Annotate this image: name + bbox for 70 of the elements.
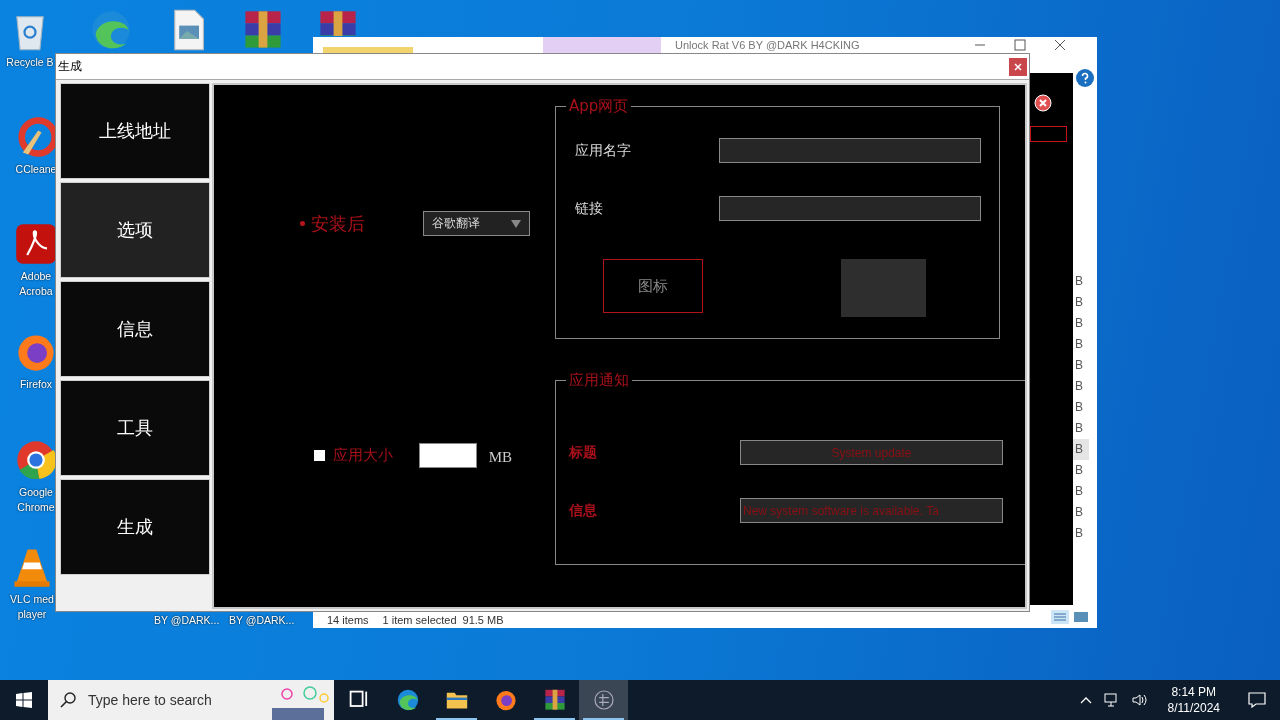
text-field[interactable] (1030, 126, 1067, 142)
close-button[interactable] (1009, 57, 1027, 76)
table-cell: B (1073, 439, 1089, 460)
help-icon[interactable] (1076, 69, 1094, 87)
checkbox[interactable] (313, 450, 325, 461)
table-cell-text: B (1074, 399, 1084, 416)
status-text: 1 item selected (382, 614, 457, 626)
nav-tab[interactable]: 上线地址 (60, 83, 210, 179)
field-label: 应用名字 (574, 141, 632, 160)
table-cell-text: B (1074, 525, 1084, 542)
table-cell-text: B (1074, 378, 1084, 395)
chevron-up-icon[interactable] (1079, 696, 1092, 704)
group-title: 应用通知 (568, 371, 630, 390)
network-icon[interactable] (1103, 693, 1120, 707)
field-label: 信息 (568, 501, 598, 520)
icon-label: CCleane (15, 162, 57, 177)
field-label: 安装后 (310, 211, 366, 236)
icon-label: Google Chrome (17, 485, 55, 515)
clock-date[interactable]: 8/11/2024 (1167, 700, 1220, 716)
dropdown-arrow-icon (510, 219, 521, 228)
checkbox-label: 应用大小 (332, 446, 394, 465)
close-icon[interactable] (1053, 39, 1066, 51)
table-cell-text: B (1074, 294, 1084, 311)
search-icon (60, 692, 76, 708)
field-label: 链接 (574, 199, 604, 218)
app-icon[interactable] (591, 688, 616, 712)
icon-label: Recycle B (6, 55, 54, 70)
notification-icon[interactable] (1248, 692, 1266, 708)
icon-label: BY @DARK... (229, 613, 295, 628)
status-text: 14 items (327, 614, 369, 626)
pdf-icon[interactable] (14, 222, 58, 266)
firefox-icon[interactable] (493, 688, 518, 712)
bullet-icon (299, 221, 305, 226)
size-input[interactable] (418, 443, 477, 468)
close-icon (1014, 62, 1022, 71)
table-cell-text: B (1074, 462, 1084, 479)
archive-icon[interactable] (542, 688, 567, 712)
icon-label: BY @DARK... (154, 613, 220, 628)
search-field[interactable]: Type here to search (48, 680, 334, 720)
table-cell-text: B (1074, 420, 1084, 437)
icon-label: VLC med player (10, 592, 54, 622)
icon-label: Adobe Acroba (19, 269, 53, 299)
windows-logo-icon[interactable] (16, 692, 32, 708)
table-cell-text: B (1074, 273, 1084, 290)
icon-label: Firefox (19, 377, 53, 392)
table-cell-text: B (1074, 357, 1084, 374)
table-cell-text: B (1074, 315, 1084, 332)
table-cell-text: B (1074, 483, 1084, 500)
table-cell-text: B (1074, 336, 1084, 353)
group-title: App网页 (568, 97, 630, 116)
nav-tab[interactable]: 信息 (60, 281, 210, 377)
status-text: 91.5 MB (462, 614, 504, 626)
speaker-icon[interactable] (1131, 693, 1148, 707)
link-field[interactable] (719, 196, 981, 221)
maximize-icon[interactable] (1013, 39, 1026, 51)
chrome-icon[interactable] (14, 438, 58, 482)
unit-label: MB (488, 449, 513, 466)
nav-tab[interactable]: 工具 (60, 380, 210, 476)
app-name-field[interactable] (719, 138, 981, 163)
clock-time[interactable]: 8:14 PM (1171, 684, 1217, 700)
table-cell-text: B (1074, 504, 1084, 521)
view-icon[interactable] (1051, 610, 1091, 624)
nav-tab[interactable]: 选项 (60, 182, 210, 278)
window-title: 生成 (58, 58, 82, 75)
edge-icon[interactable] (395, 688, 420, 712)
icon-button[interactable]: 图标 (603, 259, 703, 313)
field-label: 标题 (568, 443, 598, 462)
dropdown[interactable]: 谷歌翻译 (422, 211, 530, 236)
window-title: Unlock Rat V6 BY @DARK H4CKING (675, 38, 860, 52)
nav-tab[interactable]: 生成 (60, 479, 210, 575)
